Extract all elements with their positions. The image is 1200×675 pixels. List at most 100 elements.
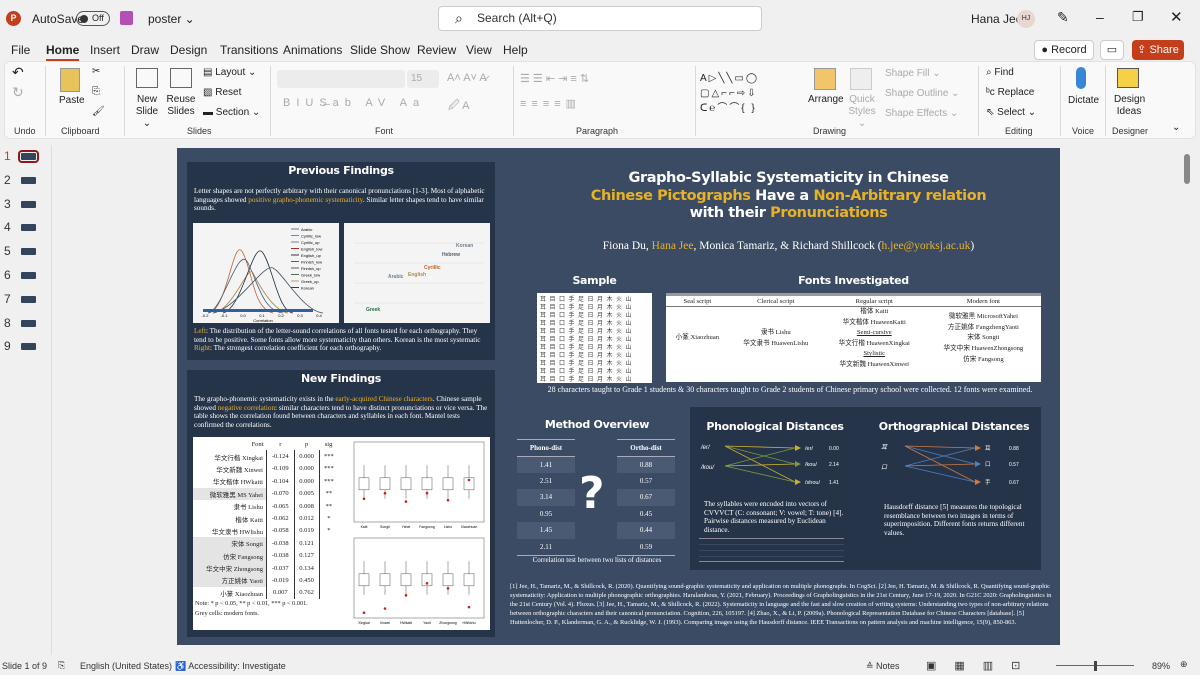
reset-button[interactable]: ▧ Reset [203,87,241,98]
tab-review[interactable]: Review [417,43,456,57]
author: , Monica Tamariz, & Richard Shillcock ( [693,240,882,252]
redo-icon[interactable]: ↻ [12,84,24,101]
view-buttons[interactable]: ▣▦▥⊡ [926,659,1038,672]
tab-design[interactable]: Design [170,43,207,57]
vertical-scrollbar[interactable] [1184,150,1190,650]
boxplot-box [442,573,454,587]
font-size-select[interactable]: 15 [407,70,439,88]
arrange-icon[interactable] [814,68,836,90]
slide-thumbnail-7[interactable] [21,295,36,303]
table-row: 0.57 [617,473,675,490]
highlight-color-button[interactable]: 🖉 A [448,97,470,116]
tab-view[interactable]: View [466,43,492,57]
cell-sig: *** [318,450,338,463]
slide-thumbnail-4[interactable] [21,224,36,232]
notes-button[interactable]: ≙ Notes [866,661,900,672]
slide-thumbnail-6[interactable] [21,272,36,279]
new-slide-icon[interactable] [136,68,158,88]
font-family-select[interactable] [277,70,405,88]
list-buttons[interactable]: ☰ ☰ ⇤ ⇥ ≡ ⇅ [520,72,589,85]
cell-font: 华文中宋 Zhongsong [193,561,267,575]
tab-file[interactable]: File [11,43,30,57]
group-undo: Undo [14,126,36,136]
slide-thumbnail-9[interactable] [21,343,36,351]
shape-effects-button[interactable]: Shape Effects ⌄ [885,108,958,119]
format-painter-icon[interactable]: 🖌 [92,106,105,117]
language-button[interactable]: English (United States) [80,661,172,671]
slide-thumbnail-8[interactable] [21,319,36,327]
undo-icon[interactable]: ↶ [12,64,24,81]
dictate-button[interactable]: Dictate [1068,95,1099,106]
tab-help[interactable]: Help [503,43,528,57]
minimize-icon[interactable]: – [1096,9,1104,25]
autosave-toggle[interactable]: Off [76,11,110,26]
user-name: Hana Jee [971,12,1023,26]
paste-icon[interactable] [60,68,80,92]
new-slide-button[interactable]: New Slide ⌄ [134,94,160,130]
quick-styles-button[interactable]: Quick Styles ⌄ [846,94,878,130]
shape-outline-button[interactable]: Shape Outline ⌄ [885,88,960,99]
record-button[interactable]: ● Record [1034,40,1094,60]
slide-thumbnail-5[interactable] [21,248,36,256]
save-icon[interactable] [120,11,133,25]
tab-home[interactable]: Home [46,43,80,61]
font-format-buttons[interactable]: BIUS̶ab AV Aa [283,97,425,109]
design-ideas-icon[interactable] [1117,68,1139,88]
shape-fill-button[interactable]: Shape Fill ⌄ [885,68,941,79]
quick-styles-icon[interactable] [850,68,872,90]
group-paragraph: Paragraph [576,126,619,136]
tab-draw[interactable]: Draw [131,43,159,57]
slide-canvas[interactable]: Previous Findings Letter shapes are not … [177,148,1060,645]
close-icon[interactable]: ✕ [1170,8,1183,26]
references: [1] Jee, H., Tamariz, M., & Shillcock, R… [510,583,1052,626]
design-ideas-button[interactable]: Design Ideas [1114,94,1145,118]
title-text: with their [689,205,771,221]
copy-icon[interactable]: ⎘ [92,86,100,97]
zoom-slider[interactable] [1050,661,1140,671]
search-input[interactable]: Search (Alt+Q) [438,6,762,31]
phono-value: 2.51 [539,476,553,485]
tab-slide-show[interactable]: Slide Show [350,43,410,57]
slide-thumbnail-2[interactable] [21,176,36,184]
email-link[interactable]: h.jee@yorksj.ac.uk [882,240,971,252]
paste-button[interactable]: Paste [59,95,85,106]
highlight: positive grapho-phonemic systematicity [248,195,363,204]
comments-button[interactable]: ▭ [1100,40,1124,60]
microphone-icon[interactable] [1076,67,1086,89]
replace-button[interactable]: ᵇc Replace [986,87,1034,98]
layout-button[interactable]: ▤ Layout ⌄ [203,67,256,78]
zoom-level[interactable]: 89% [1152,661,1170,671]
accessibility-button[interactable]: ♿ Accessibility: Investigate [175,661,286,672]
arrange-button[interactable]: Arrange [808,94,844,105]
reuse-slides-button[interactable]: Reuse Slides [166,94,196,118]
spelling-icon[interactable]: ⎘ [58,660,65,671]
cell-p: 0.000 [293,462,320,476]
slide-thumbnail-3[interactable] [21,200,36,208]
share-button[interactable]: ⇪ Share [1132,40,1184,60]
section-button[interactable]: ▬ Section ⌄ [203,107,260,118]
table-row: 华文新魏 Xinwei -0.109 0.000 *** [193,462,338,476]
method-caption: Correlation test between two lists of di… [532,556,662,564]
tab-transitions[interactable]: Transitions [220,43,278,57]
fit-slide-icon[interactable]: ⊕ [1180,659,1188,670]
align-buttons[interactable]: ≡≡≡≡▥ [520,97,581,110]
boxplot-box [379,573,391,587]
shapes-gallery[interactable]: A▷╲╲▭◯ ▢△⌐⌐⇨⇩ ᑕ℮⌒⌒{ } [700,71,796,117]
observed-point [383,607,387,610]
tab-animations[interactable]: Animations [283,43,342,57]
collapse-ribbon-icon[interactable]: ⌄ [1172,122,1180,133]
observed-point [362,611,366,615]
restore-icon[interactable]: ❐ [1132,9,1144,25]
reuse-slides-icon[interactable] [170,68,192,88]
tab-insert[interactable]: Insert [90,43,120,57]
cell-p: 0.000 [293,475,320,488]
pen-icon[interactable]: ✎ [1057,9,1069,26]
slide-thumbnail-1[interactable] [18,150,39,163]
avatar[interactable]: HJ [1017,10,1035,28]
cut-icon[interactable]: ✂ [92,66,100,77]
fonts-regular-cell: 楷体 Kaiti 华文楷体 HuawenKaiti Semi-cursive 华文行楷… [823,307,926,371]
select-button[interactable]: ⇖ Select ⌄ [986,107,1036,118]
find-button[interactable]: ⌕ Find [986,67,1014,78]
font-size-controls[interactable]: A˄ A˅ A̷ [447,72,487,84]
filename-dropdown[interactable]: poster ⌄ [148,12,195,26]
